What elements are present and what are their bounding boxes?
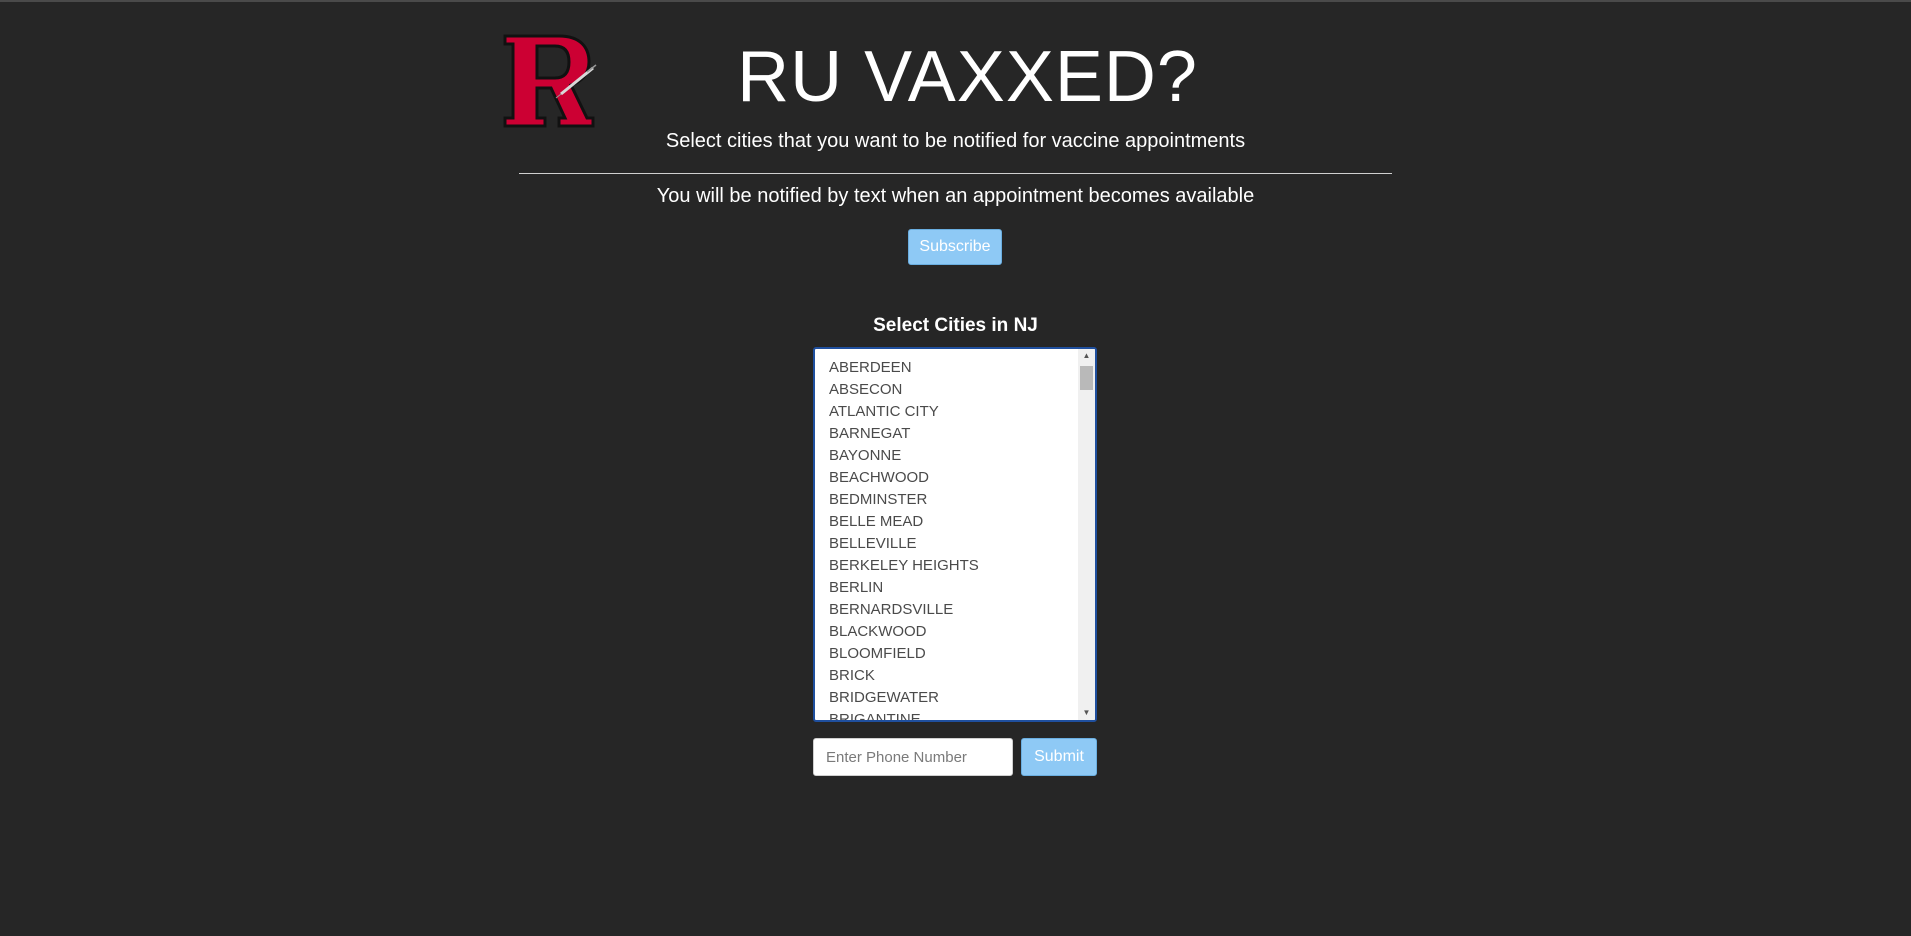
city-option[interactable]: BERNARDSVILLE [815,599,1077,621]
page-subtitle: Select cities that you want to be notifi… [665,130,1246,152]
city-option[interactable]: BELLEVILLE [815,533,1077,555]
city-option[interactable]: BLACKWOOD [815,621,1077,643]
window-top-border [0,0,1911,2]
city-option[interactable]: BEDMINSTER [815,489,1077,511]
list-scrollbar[interactable]: ▲ ▼ [1078,349,1095,720]
city-options: ABERDEEN ABSECON ATLANTIC CITY BARNEGAT BAYO… [815,357,1077,720]
city-option[interactable]: ABERDEEN [815,357,1077,379]
city-select-list[interactable]: ABERDEEN ABSECON ATLANTIC CITY BARNEGAT BAYO… [813,347,1097,722]
page-title: RU VAXXED? [737,37,1198,117]
subscribe-button[interactable]: Subscribe [908,229,1002,265]
city-option[interactable]: BERKELEY HEIGHTS [815,555,1077,577]
city-option[interactable]: BEACHWOOD [815,467,1077,489]
city-option[interactable]: BRICK [815,665,1077,687]
city-option[interactable]: ABSECON [815,379,1077,401]
city-option[interactable]: BELLE MEAD [815,511,1077,533]
scroll-down-arrow-icon[interactable]: ▼ [1078,706,1095,720]
phone-number-input[interactable] [813,738,1013,776]
notify-text: You will be notified by text when an app… [656,185,1255,207]
city-option[interactable]: BARNEGAT [815,423,1077,445]
city-option[interactable]: BAYONNE [815,445,1077,467]
city-option[interactable]: BRIDGEWATER [815,687,1077,709]
submit-button[interactable]: Submit [1021,738,1097,776]
city-option[interactable]: ATLANTIC CITY [815,401,1077,423]
city-option[interactable]: BLOOMFIELD [815,643,1077,665]
divider [519,173,1392,174]
city-option[interactable]: BERLIN [815,577,1077,599]
cities-heading: Select Cities in NJ [873,315,1038,336]
scroll-up-arrow-icon[interactable]: ▲ [1078,349,1095,363]
scroll-thumb[interactable] [1080,366,1093,390]
city-option[interactable]: BRIGANTINE [815,709,1077,720]
